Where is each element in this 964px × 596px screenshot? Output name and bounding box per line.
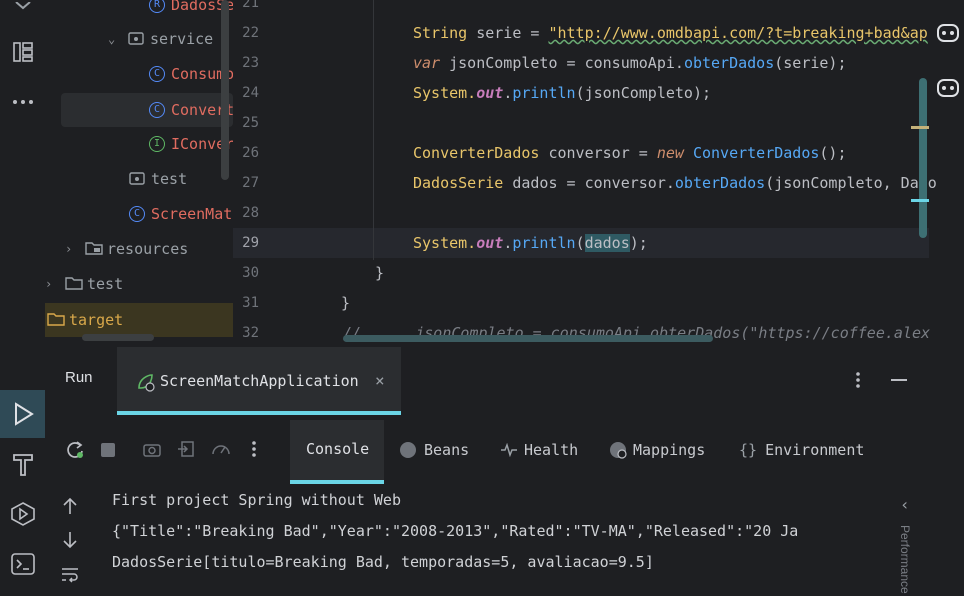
performance-side-tab[interactable]: Performance [898,525,914,596]
code-editor[interactable]: 21 22 23 24 25 26 27 28 29 30 31 32 Stri… [233,0,964,345]
chevron-right-icon: › [45,277,53,291]
line-number: 28 [242,205,259,221]
line-number: 31 [242,295,259,311]
line-number: 22 [242,25,259,41]
scroll-up-icon[interactable] [62,497,78,519]
line-gutter: 21 22 23 24 25 26 27 28 29 30 31 32 [233,0,293,345]
warning-marker[interactable] [911,126,929,129]
class-icon: C [149,102,165,118]
spring-run-icon [135,372,155,392]
chevron-down-icon: ⌄ [108,32,116,46]
code-line: } [375,264,385,282]
beans-icon [400,442,416,458]
environment-icon: {} [739,441,758,459]
console-line: DadosSerie[titulo=Breaking Bad, temporad… [112,553,654,571]
run-panel-title: Run [65,369,93,386]
profiler-icon[interactable] [211,440,231,462]
line-number: 27 [242,175,259,191]
terminal-icon[interactable] [0,540,45,588]
soft-wrap-icon[interactable] [60,565,80,587]
class-icon: C [149,66,165,82]
editor-scrollbar-h[interactable] [343,335,713,342]
ai-assistant-icon[interactable] [933,20,963,46]
record-icon: R [149,0,165,13]
excluded-folder-icon [47,312,65,328]
line-number: 32 [242,325,259,341]
console-line: {"Title":"Breaking Bad","Year":"2008-201… [112,522,799,540]
exit-icon[interactable] [177,440,195,462]
activity-bar [0,0,45,596]
minimize-icon[interactable] [891,379,907,381]
project-tree: R DadosSerie ⌄ service C ConsumoApi C Co… [45,0,233,345]
subtab-beans[interactable]: Beans [400,435,469,465]
collapse-chevron-icon[interactable]: ‹ [900,495,910,514]
close-icon[interactable]: × [375,371,385,390]
active-tab-underline [117,411,401,415]
tree-scrollbar-h[interactable] [82,334,154,341]
selected-identifier: dados [584,234,630,252]
code-line: String serie = "http://www.omdbapi.com/?… [413,24,928,42]
build-icon[interactable] [0,440,45,488]
tree-scrollbar-v[interactable] [221,0,229,180]
subtab-health[interactable]: Health [500,435,578,465]
tab-label: ScreenMatchApplication [160,372,359,390]
line-number: 23 [242,55,259,71]
line-number: 29 [242,235,259,251]
subtab-mappings[interactable]: Mappings [609,435,705,465]
usage-marker[interactable] [911,199,929,202]
scroll-down-icon[interactable] [62,531,78,553]
code-line: DadosSerie dados = conversor.obterDados(… [413,174,937,192]
package-icon [128,31,144,47]
run-toolbar-and-subtabs: Console Beans Health Mappings {} Environ… [45,420,964,484]
mappings-icon [609,441,627,459]
folder-icon [85,241,103,257]
line-number: 24 [242,85,259,101]
health-icon [500,443,518,457]
run-tool-window: Run ScreenMatchApplication × Console Bea… [45,345,964,596]
subtab-environment[interactable]: {} Environment [739,435,864,465]
line-number: 21 [242,0,259,11]
subtab-console[interactable]: Console [290,420,384,484]
chevron-right-icon: › [65,242,73,256]
more-options-icon[interactable] [251,440,257,462]
more-tools-icon[interactable] [0,0,45,14]
more-icon[interactable] [0,78,45,126]
line-number: 30 [242,265,259,281]
tree-item-test[interactable]: › test [45,269,123,299]
stop-icon[interactable] [101,443,115,457]
tree-item-service[interactable]: ⌄ service [108,24,213,54]
code-line: System.out.println(dados); [413,234,648,252]
copilot-icon[interactable] [933,75,963,101]
package-icon [129,171,145,187]
code-line: var jsonCompleto = consumoApi.obterDados… [413,54,847,72]
tree-item-screenmatchapplication[interactable]: C ScreenMatchApplication [129,199,233,229]
code-line: System.out.println(jsonCompleto); [413,84,712,102]
line-number: 26 [242,145,259,161]
indent-guide [373,0,374,260]
tree-item-resources[interactable]: › resources [65,234,188,264]
interface-icon: I [149,136,165,152]
subtab-label: Console [306,440,370,458]
tree-item-target[interactable]: target [45,303,233,337]
editor-scrollbar-v[interactable] [919,78,927,238]
tab-screenmatchapplication[interactable]: ScreenMatchApplication × [117,347,401,415]
folder-icon [65,276,83,292]
services-icon[interactable] [0,490,45,538]
run-icon[interactable] [0,390,45,438]
run-tab-bar: Run ScreenMatchApplication × [45,345,964,415]
options-icon[interactable] [855,371,861,393]
active-subtab-underline [290,480,384,484]
spring-app-icon: C [129,206,145,222]
line-number: 25 [242,115,259,131]
code-line: ConverterDados conversor = new Converter… [413,144,847,162]
console-line: First project Spring without Web [112,491,401,509]
tree-item-test-inner[interactable]: test [129,164,187,194]
rerun-icon[interactable] [65,440,85,464]
structure-icon[interactable] [0,28,45,76]
tree-item-convertedados[interactable]: C ConverteDados [61,93,233,127]
camera-icon[interactable] [143,441,161,461]
code-line: } [341,294,351,312]
